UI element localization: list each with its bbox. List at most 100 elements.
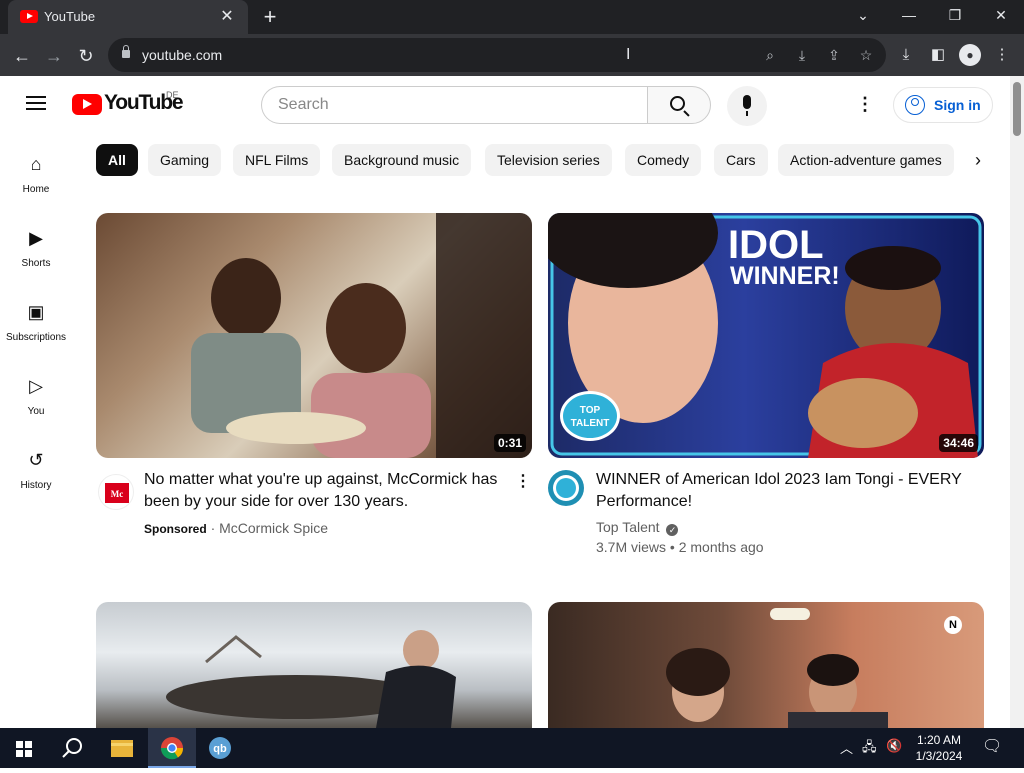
downloads-icon[interactable]: ⤓	[895, 44, 917, 66]
verified-check-icon: ✓	[666, 524, 679, 536]
video-duration: 0:31	[493, 434, 526, 452]
sidebar-item-home[interactable]: ⌂ Home	[0, 132, 72, 206]
share-icon[interactable]: ⇪	[824, 45, 844, 65]
sidebar-item-you[interactable]: ▷ You	[0, 354, 72, 428]
subscriptions-icon: ▣	[27, 302, 45, 322]
mccormick-logo-avatar[interactable]: Mc	[98, 474, 134, 510]
chip-gaming[interactable]: Gaming	[148, 144, 222, 176]
voice-search-button[interactable]	[727, 86, 767, 126]
sign-in-label: Sign in	[934, 97, 981, 113]
close-window-button[interactable]: ✕	[978, 0, 1024, 30]
video-thumbnail[interactable]: N	[548, 602, 984, 728]
chip-comedy[interactable]: Comedy	[625, 144, 702, 176]
sign-in-button[interactable]: Sign in	[893, 87, 993, 123]
taskbar-chrome[interactable]	[148, 728, 196, 768]
address-bar[interactable]: youtube.com I ⌕ ⤓ ⇪ ☆	[108, 38, 886, 72]
browser-tab-strip: YouTube ✕ + ⌄ — ❐ ✕	[0, 0, 1024, 34]
youtube-favicon-icon	[20, 10, 38, 23]
tab-search-icon[interactable]: ⌄	[840, 0, 886, 30]
search-placeholder: Search	[278, 96, 329, 113]
minimize-button[interactable]: —	[886, 0, 932, 30]
notifications-icon[interactable]: 🗨	[982, 736, 1002, 756]
text-cursor-icon: I	[626, 46, 631, 63]
folder-icon	[111, 740, 133, 757]
windows-taskbar: qb ︿ 🖧 🔇 1:20 AM 1/3/2024 🗨	[0, 728, 1024, 768]
youtube-masthead: YouTube DE Search ⋮ Sign in	[0, 76, 1010, 132]
sidebar-item-subscriptions[interactable]: ▣ Subscriptions	[0, 280, 72, 354]
sidebar-item-label: Shorts	[21, 258, 51, 269]
sponsored-badge: Sponsored	[144, 522, 207, 536]
chip-action-adventure-games[interactable]: Action-adventure games	[778, 144, 954, 176]
badge-text-line1: TOP	[579, 405, 601, 416]
thumbnail-scene-icon	[191, 213, 532, 458]
svg-text:Mc: Mc	[111, 489, 124, 499]
sidebar-item-history[interactable]: ↺ History	[0, 428, 72, 502]
chips-next-chevron-icon[interactable]: ›	[966, 148, 990, 172]
bookmark-star-icon[interactable]: ☆	[856, 45, 876, 65]
new-tab-button[interactable]: +	[258, 5, 282, 29]
video-stats-row: 3.7M views • 2 months ago	[596, 539, 764, 555]
url-text[interactable]: youtube.com	[142, 47, 222, 63]
chrome-icon	[160, 737, 184, 760]
chip-television-series[interactable]: Television series	[485, 144, 612, 176]
video-thumbnail[interactable]	[96, 602, 532, 728]
windows-logo-icon	[16, 741, 32, 757]
lock-icon[interactable]	[122, 45, 130, 58]
sidebar-item-label: Subscriptions	[5, 332, 67, 343]
network-icon[interactable]: 🖧	[862, 738, 877, 760]
top-talent-badge: TOP TALENT	[560, 391, 620, 441]
tab-youtube[interactable]: YouTube ✕	[8, 0, 248, 34]
forward-button[interactable]: →	[40, 42, 68, 70]
youtube-logo-icon[interactable]	[72, 94, 102, 115]
video-title[interactable]: WINNER of American Idol 2023 Iam Tongi -…	[596, 469, 976, 513]
microphone-icon	[743, 95, 751, 116]
page-scrollbar[interactable]	[1010, 76, 1024, 728]
search-icon	[670, 96, 685, 111]
taskbar-search-button[interactable]	[48, 728, 96, 768]
video-title[interactable]: No matter what you're up against, McCorm…	[144, 469, 504, 513]
clock-date: 1/3/2024	[915, 749, 963, 763]
filter-chips-bar: All Gaming NFL Films Background music Te…	[96, 144, 970, 176]
upload-age: 2 months ago	[678, 539, 764, 555]
badge-text-line2: TALENT	[570, 418, 610, 429]
sidebar-item-shorts[interactable]: ▶ Shorts	[0, 206, 72, 280]
tab-close-icon[interactable]: ✕	[216, 6, 238, 28]
svg-text:qb: qb	[213, 743, 227, 755]
scrollbar-thumb[interactable]	[1013, 82, 1021, 136]
reload-button[interactable]: ↻	[72, 42, 100, 70]
top-talent-channel-avatar[interactable]	[548, 470, 584, 506]
start-button[interactable]	[0, 728, 48, 768]
video-byline: Sponsored · McCormick Spice	[144, 520, 328, 536]
back-button[interactable]: ←	[8, 42, 36, 70]
search-button[interactable]	[647, 86, 711, 124]
zoom-search-icon[interactable]: ⌕	[760, 45, 780, 65]
chrome-menu-icon[interactable]: ⋮	[991, 44, 1013, 66]
side-panel-icon[interactable]: ◧	[927, 44, 949, 66]
chip-background-music[interactable]: Background music	[332, 144, 472, 176]
region-code: DE	[166, 90, 179, 100]
settings-more-icon[interactable]: ⋮	[855, 90, 875, 118]
shorts-icon: ▶	[29, 228, 43, 248]
profile-icon[interactable]: ●	[959, 44, 981, 66]
search-input[interactable]: Search	[261, 86, 648, 124]
thumbnail-scene-icon	[666, 608, 888, 728]
account-circle-icon	[905, 95, 925, 115]
video-thumbnail[interactable]: IDOL WINNER! TOP TALENT 34:46	[548, 213, 984, 458]
chip-all[interactable]: All	[96, 144, 138, 176]
show-hidden-icons-chevron-icon[interactable]: ︿	[840, 738, 853, 757]
video-menu-icon[interactable]: ⋮	[515, 470, 531, 494]
chip-nfl-films[interactable]: NFL Films	[233, 144, 321, 176]
restore-button[interactable]: ❐	[932, 0, 978, 30]
taskbar-clock[interactable]: 1:20 AM 1/3/2024	[906, 732, 972, 764]
stats-separator: •	[669, 539, 675, 555]
channel-name[interactable]: Top Talent	[596, 519, 660, 535]
taskbar-qbittorrent[interactable]: qb	[196, 728, 244, 768]
video-thumbnail[interactable]: 0:31	[96, 213, 532, 458]
guide-menu-icon[interactable]	[26, 96, 46, 110]
chip-cars[interactable]: Cars	[714, 144, 768, 176]
taskbar-file-explorer[interactable]	[98, 728, 146, 768]
volume-muted-icon[interactable]: 🔇	[886, 738, 902, 754]
byline-separator: ·	[210, 520, 216, 536]
channel-name[interactable]: McCormick Spice	[219, 520, 328, 536]
install-app-icon[interactable]: ⤓	[792, 45, 812, 65]
